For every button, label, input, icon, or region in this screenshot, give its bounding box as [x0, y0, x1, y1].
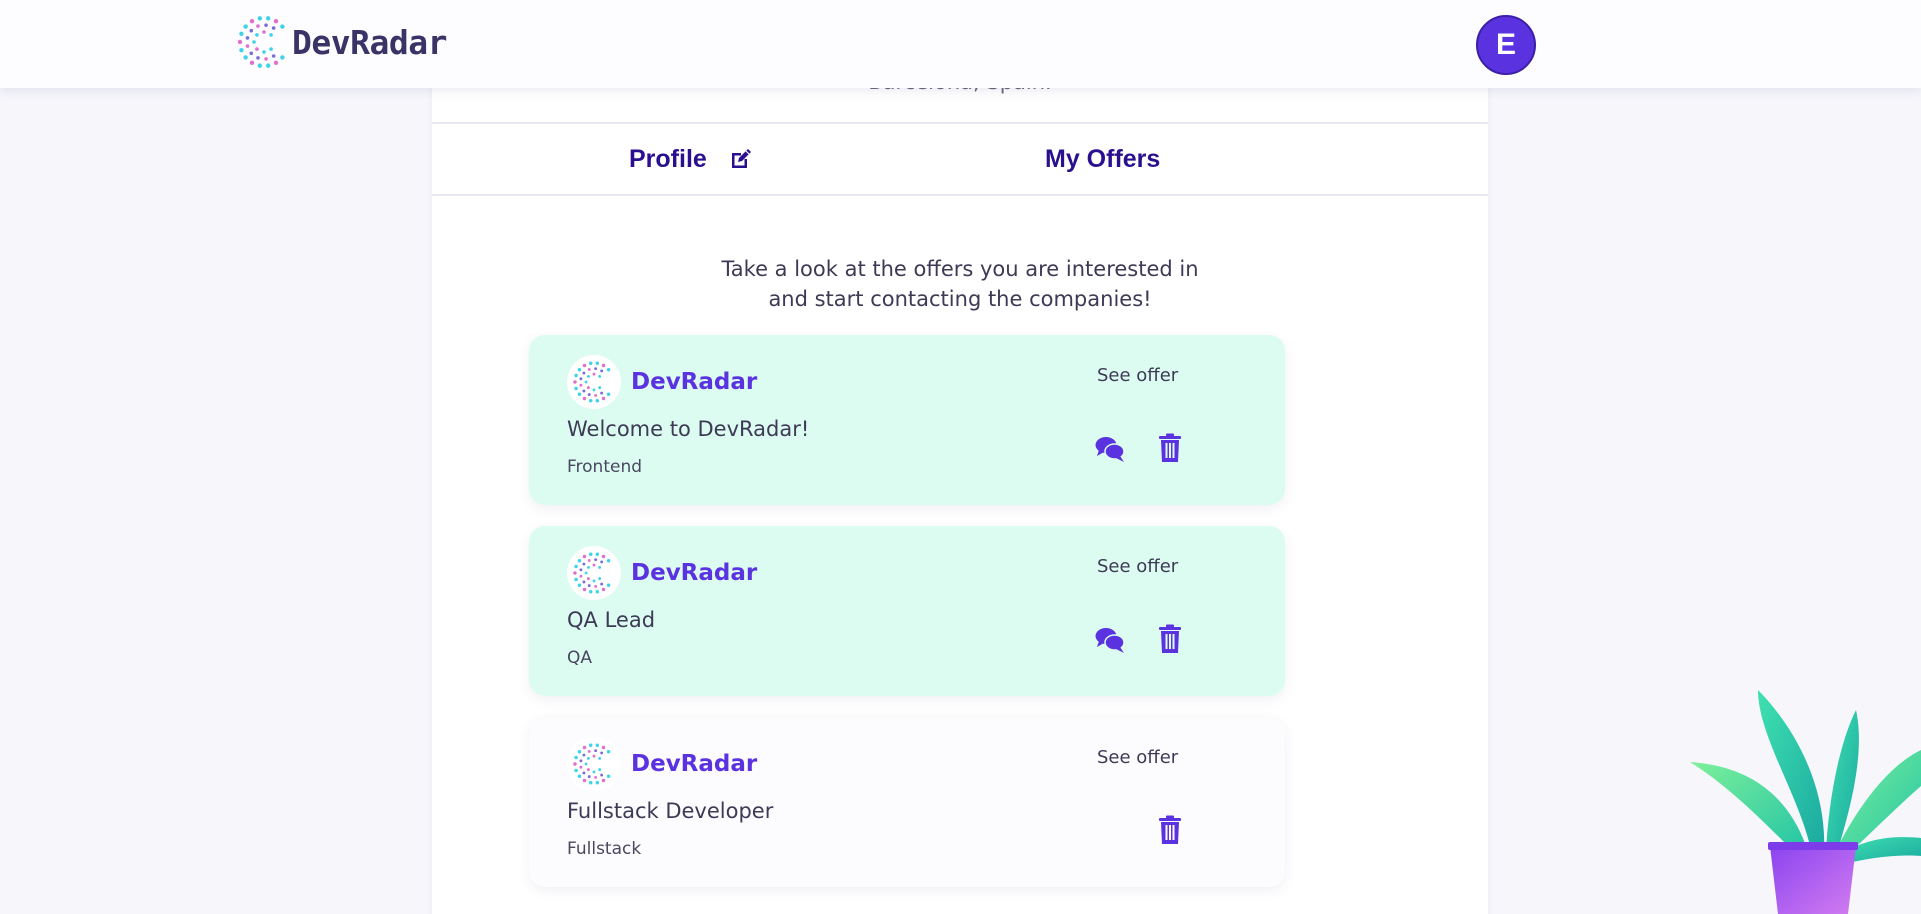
intro-line-2: and start contacting the companies!	[768, 287, 1152, 311]
user-avatar[interactable]: E	[1476, 15, 1536, 75]
offer-title: Welcome to DevRadar!	[567, 417, 810, 441]
radar-logo-icon	[237, 16, 285, 68]
offer-card: DevRadar Welcome to DevRadar! Frontend S…	[529, 335, 1285, 505]
company-logo	[567, 546, 621, 600]
offer-company: DevRadar	[567, 546, 757, 600]
profile-panel: Barcelona, Spain. Profile My Offers Take…	[432, 60, 1488, 914]
tab-profile[interactable]: Profile	[629, 124, 753, 194]
chat-icon[interactable]	[1095, 435, 1125, 463]
offer-card: DevRadar Fullstack Developer Fullstack S…	[529, 717, 1285, 887]
offer-card: DevRadar QA Lead QA See offer	[529, 526, 1285, 696]
see-offer-link[interactable]: See offer	[1097, 747, 1178, 768]
edit-icon[interactable]	[729, 147, 753, 171]
company-logo	[567, 737, 621, 791]
company-name: DevRadar	[631, 751, 758, 777]
trash-icon[interactable]	[1158, 624, 1182, 654]
profile-tabs: Profile My Offers	[432, 122, 1488, 196]
offer-category: Fullstack	[567, 839, 642, 859]
offers-intro-text: Take a look at the offers you are intere…	[432, 254, 1488, 314]
trash-icon[interactable]	[1158, 433, 1182, 463]
chat-icon[interactable]	[1095, 626, 1125, 654]
radar-logo-icon	[573, 361, 611, 403]
devradar-logo[interactable]: DevRadar	[237, 12, 447, 72]
tab-my-offers-label: My Offers	[1045, 144, 1161, 173]
intro-line-1: Take a look at the offers you are intere…	[721, 257, 1199, 281]
offer-company: DevRadar	[567, 737, 757, 791]
radar-logo-icon	[573, 552, 611, 594]
top-navbar: DevRadar E	[0, 0, 1921, 88]
see-offer-link[interactable]: See offer	[1097, 365, 1178, 386]
offer-title: QA Lead	[567, 608, 656, 632]
company-logo	[567, 355, 621, 409]
logo-text: DevRadar	[292, 22, 447, 62]
tab-profile-label: Profile	[629, 144, 707, 173]
offer-category: QA	[567, 648, 593, 668]
tab-my-offers[interactable]: My Offers	[1045, 124, 1160, 194]
offer-title: Fullstack Developer	[567, 799, 774, 823]
plant-illustration	[1690, 690, 1921, 914]
company-name: DevRadar	[631, 369, 758, 395]
offer-company: DevRadar	[567, 355, 757, 409]
see-offer-link[interactable]: See offer	[1097, 556, 1178, 577]
offer-category: Frontend	[567, 457, 643, 477]
company-name: DevRadar	[631, 560, 758, 586]
trash-icon[interactable]	[1158, 815, 1182, 845]
radar-logo-icon	[573, 743, 611, 785]
